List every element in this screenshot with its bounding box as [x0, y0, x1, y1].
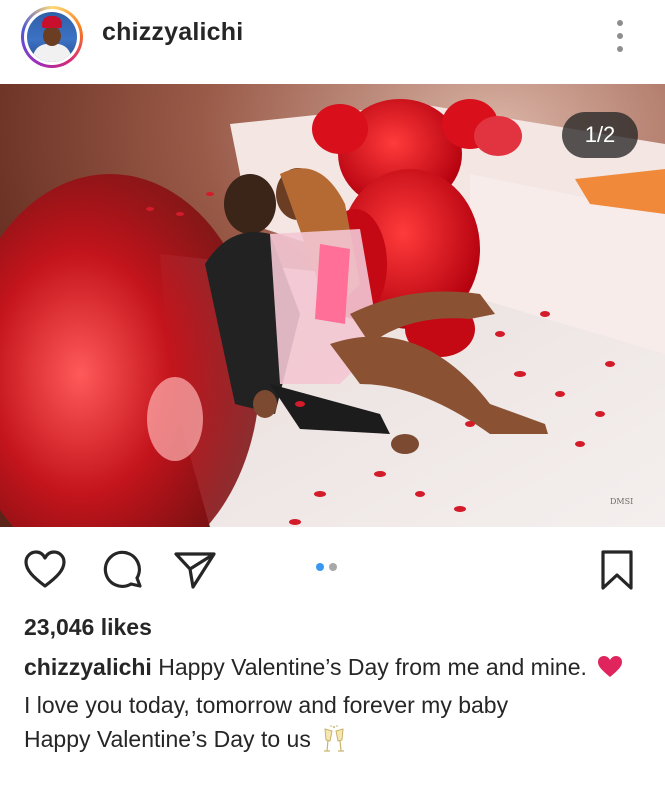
carousel-dot-active [316, 563, 324, 571]
red-heart-emoji-icon [597, 654, 623, 688]
likes-count[interactable]: 23,046 likes [24, 614, 152, 641]
post-header: chizzyalichi [0, 0, 665, 84]
caption-line-2: I love you today, tomorrow and forever m… [24, 692, 509, 718]
bookmark-icon[interactable] [594, 547, 640, 593]
caption-line-1: Happy Valentine’s Day from me and mine. [151, 654, 587, 680]
share-icon[interactable] [172, 547, 218, 593]
heart-icon[interactable] [22, 547, 68, 593]
clinking-glasses-emoji-icon [321, 725, 347, 762]
caption-username[interactable]: chizzyalichi [24, 654, 152, 680]
carousel-indicator [316, 563, 337, 571]
image-counter: 1/2 [562, 112, 638, 158]
comment-icon[interactable] [100, 547, 146, 593]
profile-avatar[interactable] [21, 6, 83, 68]
post-username[interactable]: chizzyalichi [102, 18, 243, 47]
carousel-dot [329, 563, 337, 571]
post-photo[interactable]: DMSI [0, 84, 665, 527]
post-caption: chizzyalichi Happy Valentine’s Day from … [24, 650, 644, 762]
more-options-icon[interactable] [608, 16, 632, 56]
caption-line-3: Happy Valentine’s Day to us [24, 726, 311, 752]
photo-watermark: DMSI [610, 497, 634, 506]
